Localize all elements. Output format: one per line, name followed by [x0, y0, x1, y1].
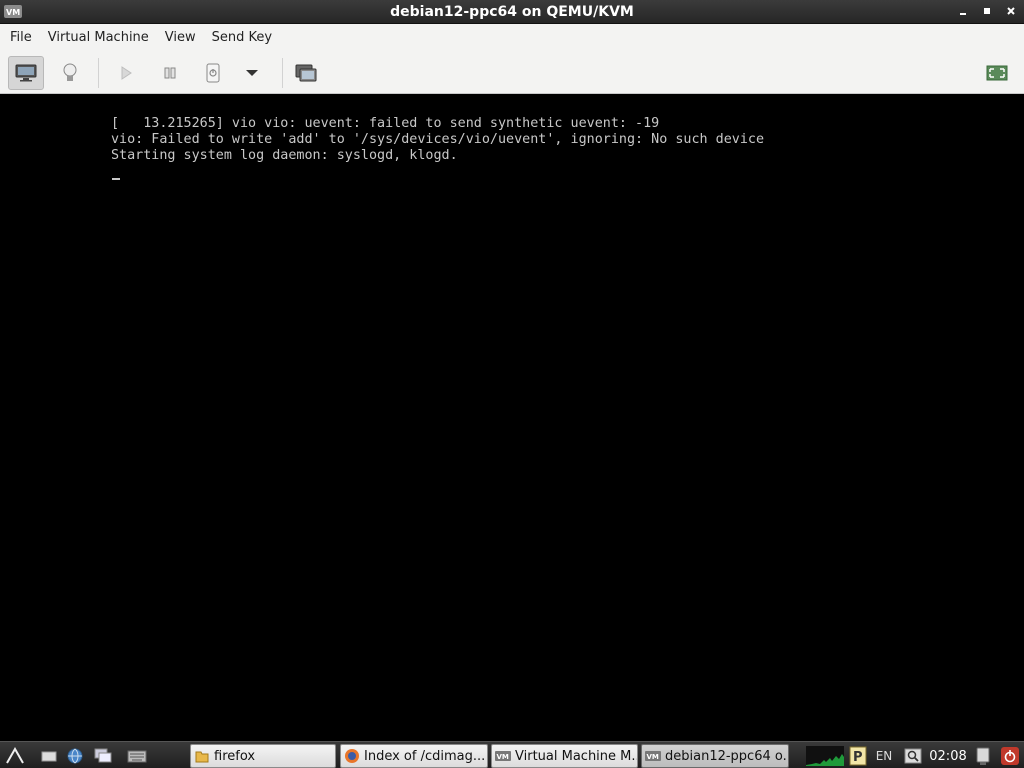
- pause-button[interactable]: [152, 56, 188, 90]
- cpu-monitor[interactable]: [805, 745, 845, 767]
- task-label: Index of /cdimag...: [364, 748, 486, 764]
- cpu-graph-icon: [806, 746, 844, 766]
- lock-icon: [976, 747, 990, 765]
- task-button-firefox[interactable]: firefox: [190, 744, 336, 768]
- svg-text:VM: VM: [6, 8, 20, 17]
- power-icon: [206, 63, 220, 83]
- task-label: Virtual Machine M...: [515, 748, 638, 764]
- toolbar: [0, 52, 1024, 94]
- windows-icon: [94, 748, 112, 763]
- svg-text:VM: VM: [647, 753, 659, 761]
- keyboard-layout[interactable]: EN: [873, 745, 895, 767]
- snapshots-button[interactable]: [288, 56, 324, 90]
- power-icon: [1001, 747, 1019, 765]
- menubar: File Virtual Machine View Send Key: [0, 24, 1024, 52]
- run-button[interactable]: [108, 56, 144, 90]
- task-label: firefox: [214, 748, 256, 764]
- play-icon: [121, 66, 132, 80]
- minimize-button[interactable]: [956, 2, 970, 20]
- fullscreen-button[interactable]: [979, 56, 1015, 90]
- fullscreen-icon: [986, 65, 1008, 81]
- virt-manager-icon: VM: [495, 748, 511, 764]
- shutdown-button[interactable]: [195, 56, 231, 90]
- window-titlebar[interactable]: VM debian12-ppc64 on QEMU/KVM: [0, 0, 1024, 24]
- logout-button[interactable]: [1000, 745, 1020, 767]
- monitor-icon: [15, 64, 37, 82]
- p-badge-icon: P: [849, 746, 867, 766]
- show-details-button[interactable]: [52, 56, 88, 90]
- maximize-button[interactable]: [980, 2, 994, 20]
- menu-view[interactable]: View: [157, 24, 204, 52]
- desktop-icon: [41, 751, 57, 762]
- task-button-virtual-machine-manager[interactable]: VM Virtual Machine M...: [491, 744, 638, 768]
- shutdown-menu-button[interactable]: [234, 56, 270, 90]
- console-line: Starting system log daemon: syslogd, klo…: [111, 148, 458, 163]
- console-line: vio: Failed to write 'add' to '/sys/devi…: [111, 132, 765, 147]
- pause-icon: [164, 67, 176, 79]
- terminal-launcher[interactable]: [126, 745, 148, 767]
- window-title: debian12-ppc64 on QEMU/KVM: [390, 3, 634, 20]
- magnifier-icon: [904, 748, 922, 764]
- svg-text:VM: VM: [497, 753, 509, 761]
- globe-icon: [67, 748, 83, 764]
- lightbulb-icon: [63, 63, 77, 81]
- task-label: debian12-ppc64 o...: [665, 748, 789, 764]
- show-desktop-button[interactable]: [38, 745, 60, 767]
- menu-send-key[interactable]: Send Key: [204, 24, 280, 52]
- package-updater[interactable]: P: [848, 745, 868, 767]
- show-console-button[interactable]: [8, 56, 44, 90]
- lock-screen-button[interactable]: [973, 745, 993, 767]
- task-button-debian12-ppc64[interactable]: VM debian12-ppc64 o...: [641, 744, 789, 768]
- minimize-icon: [960, 13, 966, 15]
- maximize-icon: [984, 8, 990, 14]
- folder-icon: [194, 748, 210, 764]
- menu-file[interactable]: File: [2, 24, 40, 52]
- browser-launcher[interactable]: [64, 745, 86, 767]
- task-button-index-of-cdimage[interactable]: Index of /cdimag...: [340, 744, 488, 768]
- virt-manager-icon: VM: [4, 5, 22, 18]
- firefox-icon: [344, 748, 360, 764]
- keyboard-icon: [127, 750, 147, 763]
- close-icon: [1007, 7, 1015, 15]
- screenshot-icon: [295, 64, 317, 82]
- svg-text:P: P: [853, 750, 863, 765]
- clock[interactable]: 02:08: [928, 745, 968, 767]
- start-menu-button[interactable]: [4, 745, 26, 767]
- virt-manager-icon: VM: [645, 748, 661, 764]
- text-cursor: [112, 178, 120, 180]
- close-button[interactable]: [1004, 2, 1018, 20]
- taskbar: firefox Index of /cdimag... VM Virtual M…: [0, 741, 1024, 768]
- console-line: [ 13.215265] vio vio: uevent: failed to …: [111, 116, 660, 131]
- menu-virtual-machine[interactable]: Virtual Machine: [40, 24, 157, 52]
- vm-console[interactable]: [ 13.215265] vio vio: uevent: failed to …: [3, 95, 1021, 740]
- search-button[interactable]: [902, 745, 924, 767]
- file-manager-launcher[interactable]: [92, 745, 114, 767]
- start-menu-icon: [6, 747, 24, 764]
- dropdown-arrow-icon: [246, 70, 258, 76]
